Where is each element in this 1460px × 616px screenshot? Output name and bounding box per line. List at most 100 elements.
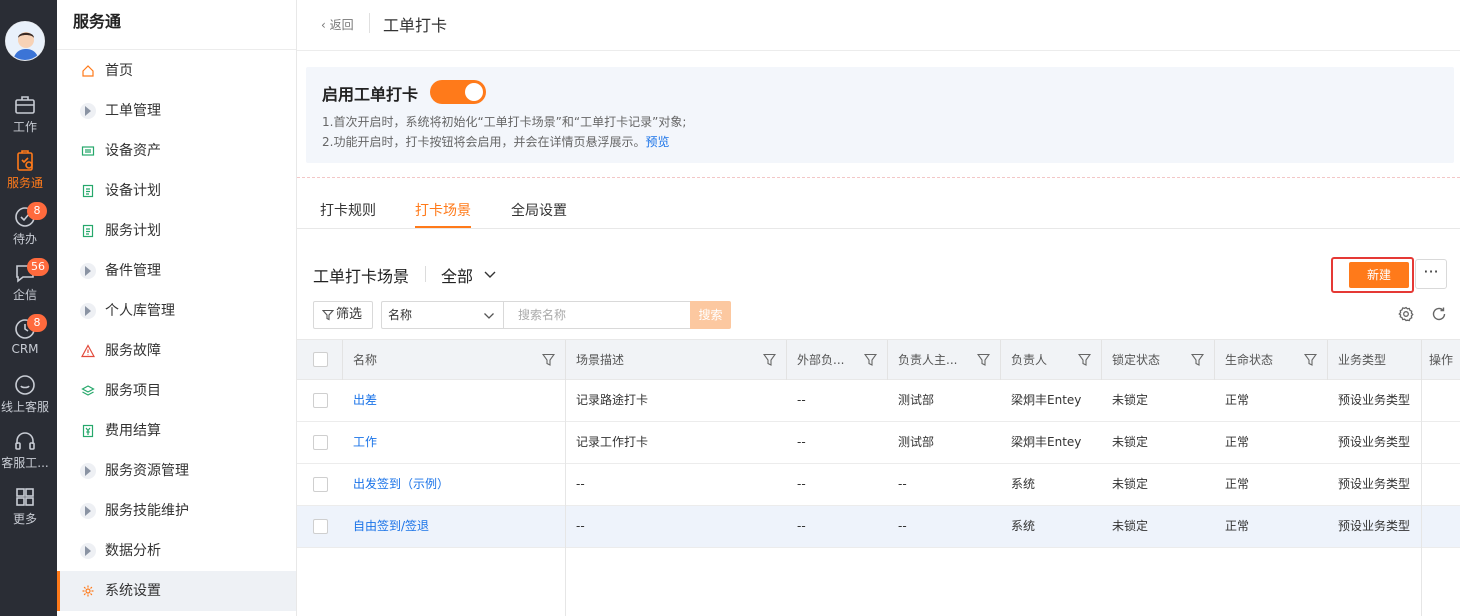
scene-name-link[interactable]: 工作 <box>343 422 566 463</box>
table-row[interactable]: 出发签到（示例） -- -- -- 系统 未锁定 正常 预设业务类型 <box>297 464 1460 506</box>
rail-item-online-service[interactable]: 线上客服 <box>0 373 50 425</box>
rail-item-customer-service[interactable]: 客服工... <box>0 429 50 481</box>
preview-link[interactable]: 预览 <box>645 135 669 149</box>
sidebar-item-service-fault[interactable]: 服务故障 <box>57 331 296 371</box>
more-actions-button[interactable]: ··· <box>1415 259 1447 289</box>
todo-badge: 8 <box>27 202 47 220</box>
search-input[interactable] <box>503 301 691 329</box>
sidebar-item-ticket-management[interactable]: 工单管理 <box>57 91 296 131</box>
scope-selector[interactable]: 全部 <box>441 263 473 287</box>
table-header: 名称 场景描述 外部负... 负责人主... 负责人 锁定状态 生命状态 业务类… <box>297 339 1460 380</box>
list-title: 工单打卡场景 <box>313 267 410 286</box>
cell-owner: 梁炯丰Entey <box>1011 393 1082 407</box>
rail-item-message[interactable]: 企信 56 <box>0 258 50 313</box>
tab-checkin-rules[interactable]: 打卡规则 <box>320 200 376 220</box>
search-field-select[interactable]: 名称 <box>381 301 503 329</box>
cell-business-type: 预设业务类型 <box>1338 435 1411 449</box>
expand-arrow-icon <box>85 546 91 556</box>
sidebar-title: 服务通 <box>57 0 296 50</box>
sidebar-item-personal-stock[interactable]: 个人库管理 <box>57 291 296 331</box>
rail-item-more[interactable]: 更多 <box>0 485 50 537</box>
sidebar-item-service-resources[interactable]: 服务资源管理 <box>57 451 296 491</box>
sidebar-item-service-plan[interactable]: 服务计划 <box>57 211 296 251</box>
filter-icon <box>322 309 334 321</box>
page-header: ‹ 返回 工单打卡 <box>297 0 1460 51</box>
sidebar-item-device-plan[interactable]: 设备计划 <box>57 171 296 211</box>
search-button[interactable]: 搜索 <box>690 301 731 329</box>
sidebar-item-fee-settlement[interactable]: 费用结算 <box>57 411 296 451</box>
sidebar-item-spare-parts[interactable]: 备件管理 <box>57 251 296 291</box>
row-checkbox[interactable] <box>313 477 328 492</box>
new-button-highlight: 新建 <box>1331 257 1414 293</box>
filter-icon[interactable] <box>864 353 877 367</box>
filter-button[interactable]: 筛选 <box>313 301 373 329</box>
column-header-business-type[interactable]: 业务类型 <box>1328 340 1422 380</box>
sidebar-item-service-skills[interactable]: 服务技能维护 <box>57 491 296 531</box>
yen-doc-icon <box>82 424 94 438</box>
table-row[interactable]: 出差 记录路途打卡 -- 测试部 梁炯丰Entey 未锁定 正常 预设业务类型 <box>297 380 1460 422</box>
cell-lock-status: 未锁定 <box>1112 393 1149 407</box>
rail-item-crm[interactable]: CRM 8 <box>0 314 50 369</box>
sidebar-item-service-items[interactable]: 服务项目 <box>57 371 296 411</box>
cell-owner: 系统 <box>1011 477 1036 491</box>
refresh-icon[interactable] <box>1430 305 1448 323</box>
scene-name-link[interactable]: 自由签到/签退 <box>343 506 566 547</box>
column-header-external-owner[interactable]: 外部负... <box>787 340 888 380</box>
column-header-owner-dept[interactable]: 负责人主... <box>888 340 1001 380</box>
column-header-life-status[interactable]: 生命状态 <box>1215 340 1328 380</box>
service-plan-icon <box>82 224 94 238</box>
filter-icon[interactable] <box>763 353 776 367</box>
settings-icon[interactable] <box>1397 305 1415 323</box>
rail-item-service[interactable]: 服务通 <box>0 149 50 201</box>
sidebar-item-device-assets[interactable]: 设备资产 <box>57 131 296 171</box>
banner-note-2: 2.功能开启时，打卡按钮将会启用，并会在详情页悬浮展示。预览 <box>322 135 670 149</box>
row-checkbox[interactable] <box>313 519 328 534</box>
chevron-down-icon[interactable] <box>483 268 497 282</box>
filter-icon[interactable] <box>1191 353 1204 367</box>
toggle-knob <box>465 83 483 101</box>
rail-item-work[interactable]: 工作 <box>0 93 50 145</box>
smile-chat-icon <box>15 375 35 395</box>
table-row[interactable]: 自由签到/签退 -- -- -- 系统 未锁定 正常 预设业务类型 <box>297 506 1460 548</box>
row-checkbox[interactable] <box>313 435 328 450</box>
briefcase-icon <box>15 96 35 114</box>
expand-arrow-icon <box>85 466 91 476</box>
tab-global-settings[interactable]: 全局设置 <box>511 200 567 220</box>
tab-checkin-scenes[interactable]: 打卡场景 <box>415 200 471 228</box>
enable-banner: 启用工单打卡 1.首次开启时，系统将初始化“工单打卡场景”和“工单打卡记录”对象… <box>306 67 1454 163</box>
cell-business-type: 预设业务类型 <box>1338 393 1411 407</box>
column-header-name[interactable]: 名称 <box>343 340 566 380</box>
filter-icon[interactable] <box>542 353 555 367</box>
filter-icon[interactable] <box>977 353 990 367</box>
header-select-cell <box>297 340 343 380</box>
cell-life-status: 正常 <box>1225 477 1250 491</box>
enable-toggle[interactable] <box>430 80 486 104</box>
message-badge: 56 <box>27 258 49 276</box>
filter-icon[interactable] <box>1078 353 1091 367</box>
table-row[interactable]: 工作 记录工作打卡 -- 测试部 梁炯丰Entey 未锁定 正常 预设业务类型 <box>297 422 1460 464</box>
cell-description: 记录工作打卡 <box>576 435 649 449</box>
new-button[interactable]: 新建 <box>1349 262 1409 288</box>
chevron-down-icon <box>484 313 494 319</box>
column-header-actions: 操作 <box>1428 353 1453 367</box>
filter-icon[interactable] <box>1304 353 1317 367</box>
back-button[interactable]: ‹ 返回 <box>321 16 354 33</box>
sidebar-item-data-analysis[interactable]: 数据分析 <box>57 531 296 571</box>
row-checkbox[interactable] <box>313 393 328 408</box>
scene-name-link[interactable]: 出发签到（示例） <box>343 464 566 505</box>
cell-external-owner: -- <box>797 477 806 491</box>
cell-external-owner: -- <box>797 519 806 533</box>
sidebar-item-home[interactable]: 首页 <box>57 51 296 91</box>
layers-icon <box>81 385 95 396</box>
column-header-owner[interactable]: 负责人 <box>1001 340 1102 380</box>
tab-bar: 打卡规则 打卡场景 全局设置 <box>297 188 1460 229</box>
cell-life-status: 正常 <box>1225 519 1250 533</box>
cell-owner-dept: -- <box>898 477 907 491</box>
column-header-description[interactable]: 场景描述 <box>566 340 787 380</box>
rail-item-todo[interactable]: 待办 8 <box>0 202 50 257</box>
avatar[interactable] <box>5 21 45 61</box>
select-all-checkbox[interactable] <box>313 352 328 367</box>
sidebar-item-system-settings[interactable]: 系统设置 <box>57 571 296 611</box>
scene-name-link[interactable]: 出差 <box>343 380 566 421</box>
column-header-lock-status[interactable]: 锁定状态 <box>1102 340 1215 380</box>
